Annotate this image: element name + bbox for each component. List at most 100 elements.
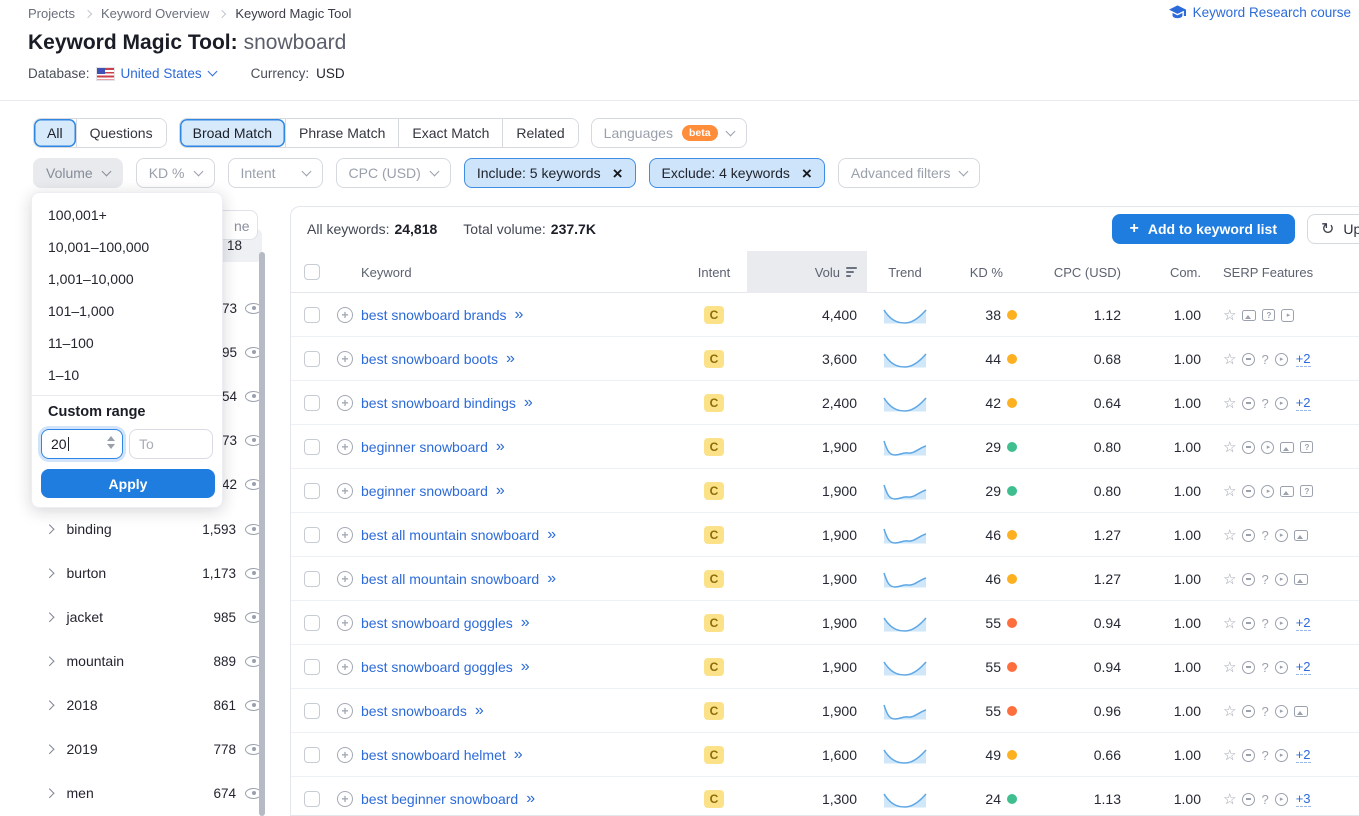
keyword-link[interactable]: best snowboard bindings — [361, 395, 516, 411]
tab-phrase-match[interactable]: Phrase Match — [285, 119, 398, 147]
add-keyword-icon[interactable]: + — [337, 747, 353, 763]
sidebar-group-burton[interactable]: burton1,173 — [30, 551, 262, 595]
add-to-keyword-list-button[interactable]: + Add to keyword list — [1112, 214, 1295, 244]
languages-dropdown[interactable]: Languages beta — [591, 118, 747, 148]
add-keyword-icon[interactable]: + — [337, 351, 353, 367]
row-checkbox[interactable] — [304, 351, 320, 367]
open-keyword-icon[interactable]: » — [521, 658, 530, 676]
add-keyword-icon[interactable]: + — [337, 659, 353, 675]
keyword-link[interactable]: best snowboard boots — [361, 351, 498, 367]
column-header-com[interactable]: Com. — [1129, 251, 1209, 293]
remove-filter-icon[interactable]: × — [613, 165, 623, 182]
open-keyword-icon[interactable]: » — [547, 570, 556, 588]
volume-to-input[interactable] — [129, 429, 213, 459]
open-keyword-icon[interactable]: » — [475, 702, 484, 720]
serp-more-link[interactable]: +2 — [1296, 659, 1311, 676]
add-keyword-icon[interactable]: + — [337, 615, 353, 631]
tab-questions[interactable]: Questions — [76, 119, 166, 147]
sidebar-group-mountain[interactable]: mountain889 — [30, 639, 262, 683]
open-keyword-icon[interactable]: » — [514, 746, 523, 764]
serp-more-link[interactable]: +2 — [1296, 395, 1311, 412]
filter-dropdown-volume[interactable]: Volume — [33, 158, 123, 188]
row-checkbox[interactable] — [304, 307, 320, 323]
keyword-link[interactable]: best snowboard goggles — [361, 659, 513, 675]
volume-option-1-001-10-000[interactable]: 1,001–10,000 — [32, 263, 222, 295]
column-header-trend[interactable]: Trend — [867, 251, 943, 293]
filter-dropdown-cpc-usd[interactable]: CPC (USD) — [336, 158, 451, 188]
filter-dropdown-kd[interactable]: KD % — [136, 158, 215, 188]
add-keyword-icon[interactable]: + — [337, 307, 353, 323]
keyword-link[interactable]: best beginner snowboard — [361, 791, 518, 807]
add-keyword-icon[interactable]: + — [337, 483, 353, 499]
breadcrumb-item-keyword-overview[interactable]: Keyword Overview — [101, 6, 209, 21]
column-header-volume[interactable]: Volu — [747, 251, 867, 293]
filter-dropdown-advanced-filters[interactable]: Advanced filters — [838, 158, 981, 188]
column-header-cpc[interactable]: CPC (USD) — [1025, 251, 1129, 293]
stepper-up-icon[interactable] — [107, 436, 115, 441]
apply-button[interactable]: Apply — [41, 469, 215, 498]
number-stepper[interactable] — [107, 436, 115, 449]
add-keyword-icon[interactable]: + — [337, 791, 353, 807]
serp-more-link[interactable]: +2 — [1296, 615, 1311, 632]
open-keyword-icon[interactable]: » — [547, 526, 556, 544]
tab-broad-match[interactable]: Broad Match — [180, 119, 285, 147]
keyword-link[interactable]: best all mountain snowboard — [361, 527, 539, 543]
tab-all[interactable]: All — [34, 119, 76, 147]
volume-option-1-10[interactable]: 1–10 — [32, 359, 222, 391]
breadcrumb-item-projects[interactable]: Projects — [28, 6, 75, 21]
database-selector[interactable]: United States — [97, 66, 216, 81]
volume-option-10-001-100-000[interactable]: 10,001–100,000 — [32, 231, 222, 263]
volume-option-100-001[interactable]: 100,001+ — [32, 199, 222, 231]
add-keyword-icon[interactable]: + — [337, 527, 353, 543]
row-checkbox[interactable] — [304, 571, 320, 587]
row-checkbox[interactable] — [304, 527, 320, 543]
row-checkbox[interactable] — [304, 395, 320, 411]
column-header-intent[interactable]: Intent — [681, 251, 747, 293]
open-keyword-icon[interactable]: » — [524, 394, 533, 412]
open-keyword-icon[interactable]: » — [526, 790, 535, 808]
keyword-link[interactable]: best snowboard goggles — [361, 615, 513, 631]
breadcrumb-item-keyword-magic-tool[interactable]: Keyword Magic Tool — [235, 6, 351, 21]
select-all-checkbox[interactable] — [304, 264, 320, 280]
volume-from-input[interactable]: 20 — [41, 429, 123, 459]
keyword-link[interactable]: best snowboard brands — [361, 307, 507, 323]
volume-option-11-100[interactable]: 11–100 — [32, 327, 222, 359]
add-keyword-icon[interactable]: + — [337, 571, 353, 587]
row-checkbox[interactable] — [304, 747, 320, 763]
keyword-link[interactable]: best snowboard helmet — [361, 747, 506, 763]
row-checkbox[interactable] — [304, 483, 320, 499]
tab-related[interactable]: Related — [502, 119, 577, 147]
open-keyword-icon[interactable]: » — [496, 438, 505, 456]
add-keyword-icon[interactable]: + — [337, 439, 353, 455]
open-keyword-icon[interactable]: » — [521, 614, 530, 632]
open-keyword-icon[interactable]: » — [515, 306, 524, 324]
add-keyword-icon[interactable]: + — [337, 395, 353, 411]
keyword-link[interactable]: beginner snowboard — [361, 483, 488, 499]
filter-dropdown-intent[interactable]: Intent — [228, 158, 323, 188]
sidebar-scrollbar[interactable] — [259, 252, 265, 816]
row-checkbox[interactable] — [304, 703, 320, 719]
filter-chip-exclude-4-keywords[interactable]: Exclude: 4 keywords× — [649, 158, 825, 188]
column-header-keyword[interactable]: Keyword — [333, 251, 681, 293]
serp-more-link[interactable]: +3 — [1296, 791, 1311, 808]
row-checkbox[interactable] — [304, 615, 320, 631]
row-checkbox[interactable] — [304, 439, 320, 455]
sidebar-group-2019[interactable]: 2019778 — [30, 727, 262, 771]
sidebar-group-men[interactable]: men674 — [30, 771, 262, 815]
filter-chip-include-5-keywords[interactable]: Include: 5 keywords× — [464, 158, 636, 188]
serp-more-link[interactable]: +2 — [1296, 747, 1311, 764]
keyword-link[interactable]: best snowboards — [361, 703, 467, 719]
update-metrics-button[interactable]: ↻ Upd — [1307, 214, 1359, 244]
column-header-kd[interactable]: KD % — [943, 251, 1025, 293]
serp-more-link[interactable]: +2 — [1296, 351, 1311, 368]
keyword-research-course-link[interactable]: Keyword Research course — [1169, 5, 1351, 20]
tab-exact-match[interactable]: Exact Match — [398, 119, 502, 147]
stepper-down-icon[interactable] — [107, 444, 115, 449]
open-keyword-icon[interactable]: » — [506, 350, 515, 368]
open-keyword-icon[interactable]: » — [496, 482, 505, 500]
keyword-link[interactable]: best all mountain snowboard — [361, 571, 539, 587]
sidebar-group-binding[interactable]: binding1,593 — [30, 507, 262, 551]
sidebar-group-jacket[interactable]: jacket985 — [30, 595, 262, 639]
remove-filter-icon[interactable]: × — [802, 165, 812, 182]
keyword-link[interactable]: beginner snowboard — [361, 439, 488, 455]
